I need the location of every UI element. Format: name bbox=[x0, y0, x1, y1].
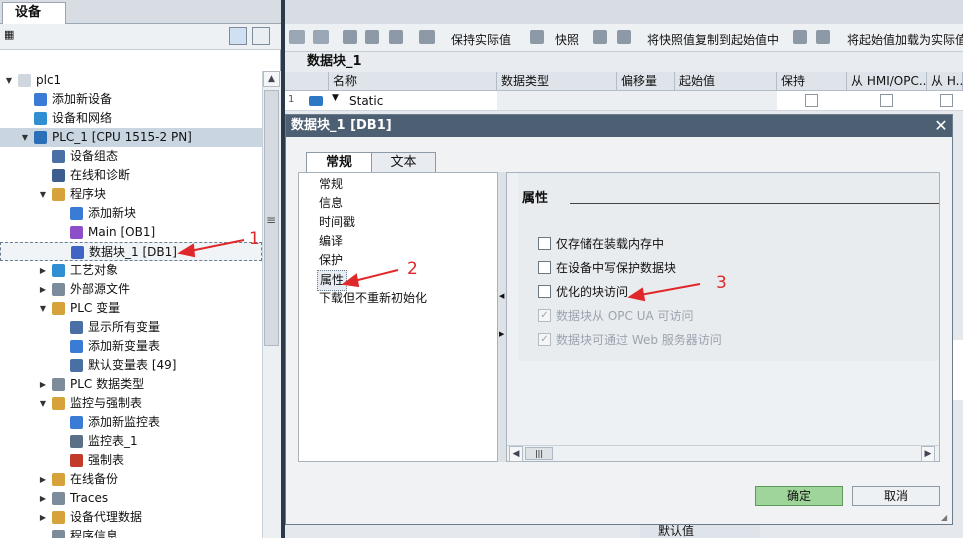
annotation-number-2: 2 bbox=[407, 259, 418, 279]
annotation-arrowhead-2 bbox=[341, 273, 360, 288]
annotation-number-3: 3 bbox=[716, 273, 727, 293]
annotation-arrowhead-1 bbox=[177, 243, 196, 258]
annotation-arrow-2 bbox=[353, 269, 399, 282]
annotation-layer bbox=[177, 239, 701, 302]
annotation-arrowhead-3 bbox=[627, 287, 646, 302]
annotation-number-1: 1 bbox=[249, 229, 260, 249]
annotation-arrow-3 bbox=[639, 283, 701, 296]
annotation-arrow-1 bbox=[189, 239, 245, 252]
